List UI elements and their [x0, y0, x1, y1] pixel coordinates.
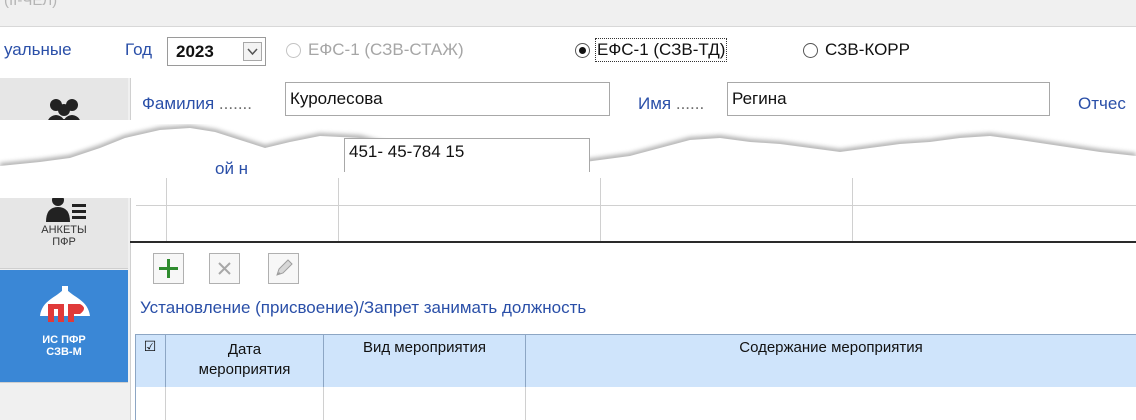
- pfr-logo-icon: [36, 286, 94, 335]
- snils-value: 451- 45-784 15: [349, 142, 465, 161]
- radio-szv-korr[interactable]: [803, 43, 818, 58]
- radio-efs1-szv-td-label: ЕФС-1 (СЗВ-ТД): [594, 38, 728, 62]
- radio-efs1-szv-stazh[interactable]: [286, 43, 301, 58]
- grid-bottom-border: [130, 241, 1136, 243]
- snils-input[interactable]: 451- 45-784 15: [344, 138, 590, 172]
- sidebar-item-is-pfr-szv-m[interactable]: ИС ПФР СЗВ-М: [0, 270, 128, 383]
- grid-divider: [165, 387, 166, 420]
- radio-selected-dot: [579, 47, 586, 54]
- snils-label-fragment: ой н: [215, 159, 249, 178]
- delete-button[interactable]: [209, 253, 240, 284]
- mode-label: уальные: [4, 40, 72, 59]
- patronymic-label: Отчес: [1078, 94, 1126, 113]
- plus-icon: [159, 259, 178, 278]
- column-header-content[interactable]: Содержание мероприятия: [526, 335, 1136, 387]
- grid-divider: [525, 387, 526, 420]
- table-body: [135, 387, 1136, 420]
- radio-efs1-szv-td[interactable]: [575, 43, 590, 58]
- radio-efs1-szv-stazh-label: ЕФС-1 (СЗВ-СТАЖ): [308, 40, 464, 59]
- year-value: 2023: [176, 42, 214, 61]
- window-title-strip: (II-ЧЕЛ): [0, 0, 1136, 27]
- table-header: ☑ Дата мероприятия Вид мероприятия Содер…: [135, 334, 1136, 388]
- grid-divider: [600, 178, 601, 242]
- column-header-type[interactable]: Вид мероприятия: [324, 335, 526, 387]
- column-header-date[interactable]: Дата мероприятия: [166, 335, 324, 387]
- add-button[interactable]: [153, 253, 184, 284]
- pencil-icon: [276, 259, 293, 276]
- radio-szv-korr-label: СЗВ-КОРР: [825, 40, 910, 59]
- grid-divider: [338, 178, 339, 242]
- window-title-clipped: (II-ЧЕЛ): [4, 0, 58, 9]
- grid-divider: [852, 178, 853, 242]
- year-label: Год: [125, 40, 153, 59]
- select-all-checkbox[interactable]: ☑: [135, 335, 166, 387]
- sidebar-item-is-pfr-label: ИС ПФР СЗВ-М: [42, 334, 86, 358]
- chevron-down-icon[interactable]: [243, 42, 262, 61]
- close-icon: [218, 262, 231, 275]
- grid-divider: [166, 178, 167, 242]
- surname-label: Фамилия .......: [142, 94, 252, 113]
- grid-divider: [136, 205, 1136, 206]
- sidebar-item-ankety-pfr[interactable]: АНКЕТЫ ПФР: [0, 190, 128, 269]
- section-caption: Установление (присвоение)/Запрет занимат…: [140, 298, 587, 317]
- name-label: Имя ......: [638, 94, 705, 113]
- surname-input[interactable]: [285, 82, 610, 116]
- sidebar-item-ankety-pfr-label: АНКЕТЫ ПФР: [41, 224, 87, 248]
- edit-button[interactable]: [268, 253, 299, 284]
- person-list-icon: [44, 194, 88, 227]
- table-left-border: [135, 334, 136, 420]
- year-select[interactable]: 2023: [167, 37, 266, 66]
- grid-divider: [323, 387, 324, 420]
- name-input[interactable]: [727, 82, 1050, 116]
